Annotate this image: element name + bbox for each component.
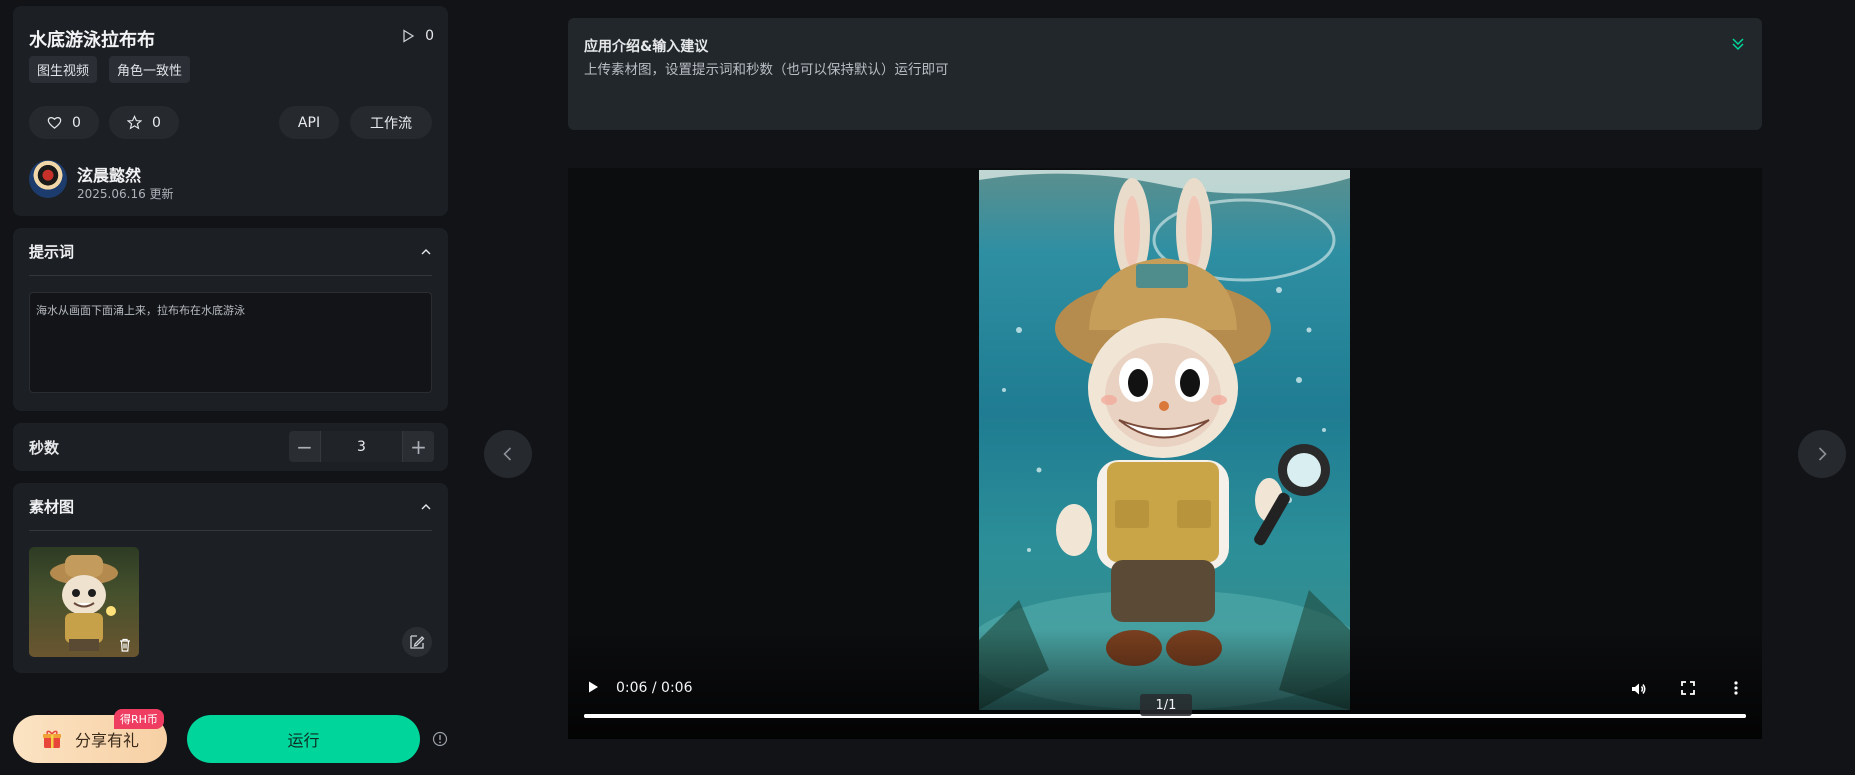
heart-icon <box>47 117 62 129</box>
video-player[interactable]: 0:06 / 0:06 1/1 <box>568 168 1762 739</box>
material-thumbnail[interactable] <box>29 547 139 657</box>
edit-image-button[interactable] <box>402 627 432 657</box>
seconds-card: 秒数 − 3 + <box>13 423 448 471</box>
more-icon[interactable] <box>1728 680 1744 696</box>
chevron-left-icon <box>503 447 512 461</box>
material-title: 素材图 <box>29 498 75 516</box>
seconds-label: 秒数 <box>29 439 60 457</box>
prompt-card: 提示词 海水从画面下面涌上来，拉布布在水底游泳 <box>13 228 448 411</box>
favorite-button[interactable]: 0 <box>109 106 179 139</box>
author-name[interactable]: 泫晨懿然 <box>77 162 141 186</box>
prompt-textarea[interactable]: 海水从画面下面涌上来，拉布布在水底游泳 <box>29 292 432 393</box>
chevron-up-icon[interactable] <box>420 501 432 513</box>
next-button[interactable] <box>1798 430 1846 478</box>
app-title: 水底游泳拉布布 <box>29 30 155 51</box>
like-count: 0 <box>72 114 81 131</box>
app-intro-panel: 应用介绍&输入建议 上传素材图，设置提示词和秒数（也可以保持默认）运行即可 <box>568 18 1762 130</box>
app-info-card: 水底游泳拉布布 0 图生视频 角色一致性 0 0 API 工作流 泫晨懿然 20… <box>13 6 448 216</box>
rh-coin-badge: 得RH币 <box>114 709 164 729</box>
video-time: 0:06 / 0:06 <box>616 680 693 696</box>
decrement-button[interactable]: − <box>289 431 320 462</box>
increment-button[interactable]: + <box>403 431 434 462</box>
chevrons-down-icon[interactable] <box>1730 36 1746 52</box>
trash-icon[interactable] <box>117 637 133 653</box>
fullscreen-icon[interactable] <box>1680 680 1696 696</box>
favorite-count: 0 <box>152 114 161 131</box>
intro-title: 应用介绍&输入建议 <box>584 39 709 55</box>
chevron-up-icon[interactable] <box>420 246 432 258</box>
video-controls-shade <box>568 629 1762 739</box>
prompt-header[interactable]: 提示词 <box>29 228 432 276</box>
run-count-value: 0 <box>425 28 434 44</box>
gift-icon <box>43 730 61 748</box>
volume-icon[interactable] <box>1630 680 1648 698</box>
tag-list: 图生视频 角色一致性 <box>29 56 191 83</box>
play-icon[interactable] <box>586 680 600 694</box>
updated-date: 2025.06.16 更新 <box>77 187 174 201</box>
play-icon <box>403 29 415 43</box>
like-button[interactable]: 0 <box>29 106 99 139</box>
prompt-title: 提示词 <box>29 243 75 261</box>
tag-character-consistency: 角色一致性 <box>109 56 191 83</box>
chevron-right-icon <box>1818 447 1827 461</box>
previous-button[interactable] <box>484 430 532 478</box>
tag-image-to-video: 图生视频 <box>29 56 98 83</box>
star-icon <box>127 115 143 130</box>
edit-icon <box>410 635 425 649</box>
seconds-stepper: − 3 + <box>289 431 434 462</box>
run-button[interactable]: 运行 <box>187 715 420 763</box>
workflow-button[interactable]: 工作流 <box>350 106 432 139</box>
intro-text: 上传素材图，设置提示词和秒数（也可以保持默认）运行即可 <box>584 62 949 78</box>
avatar[interactable] <box>29 160 67 198</box>
share-label: 分享有礼 <box>75 731 140 750</box>
run-count: 0 <box>401 28 434 44</box>
info-icon[interactable] <box>432 731 448 747</box>
material-header[interactable]: 素材图 <box>29 483 432 531</box>
page-indicator: 1/1 <box>1140 694 1192 716</box>
material-card: 素材图 <box>13 483 448 673</box>
api-button[interactable]: API <box>279 106 339 139</box>
seconds-input[interactable]: 3 <box>320 431 403 462</box>
